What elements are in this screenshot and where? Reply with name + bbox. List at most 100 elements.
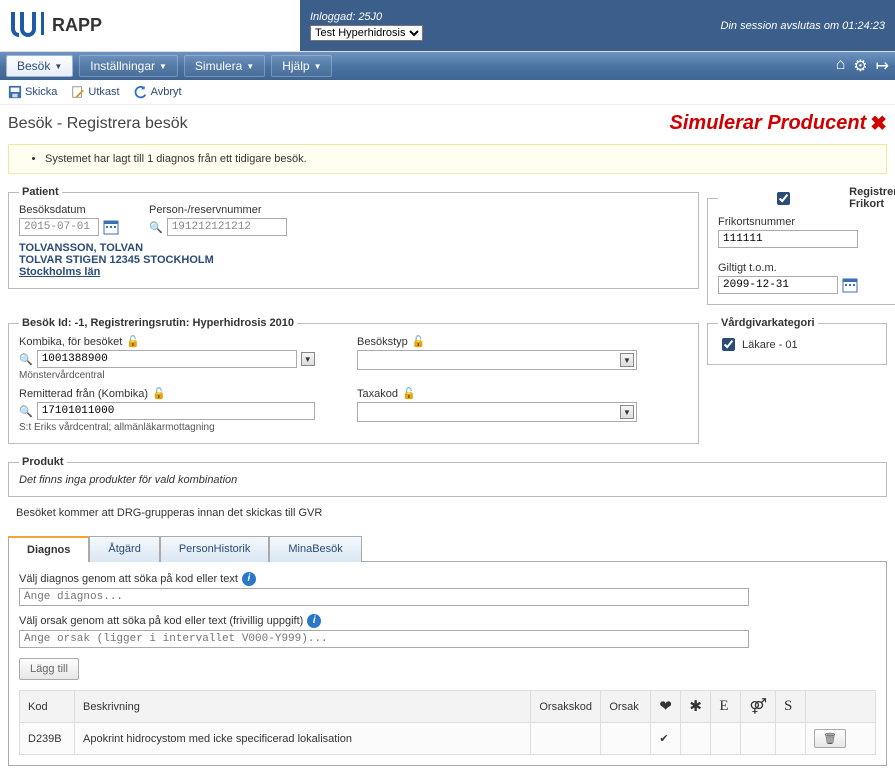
unlock-icon: 🔓 — [152, 387, 166, 400]
lakare-checkbox[interactable] — [722, 338, 735, 351]
vardgivarkategori-fieldset: Vårdgivarkategori Läkare - 01 — [707, 317, 887, 365]
kombika-input[interactable] — [37, 350, 297, 368]
logo-icon — [10, 9, 44, 43]
trash-icon: 🗑 — [823, 733, 837, 745]
tab-diagnos[interactable]: Diagnos — [8, 536, 89, 562]
skicka-button[interactable]: Skicka — [8, 85, 57, 99]
draft-icon — [71, 85, 85, 99]
orsak-search-label: Välj orsak genom att söka på kod eller t… — [19, 614, 321, 628]
visit-fieldset: Besök Id: -1, Registreringsrutin: Hyperh… — [8, 317, 699, 444]
diagnos-search-label: Välj diagnos genom att söka på kod eller… — [19, 572, 256, 586]
th-s: S — [776, 691, 806, 723]
chevron-down-icon: ▼ — [246, 62, 254, 71]
title-row: Besök - Registrera besök Simulerar Produ… — [0, 105, 895, 144]
giltigt-input[interactable] — [718, 276, 838, 294]
patient-region[interactable]: Stockholms län — [19, 266, 688, 278]
diagnos-search-input[interactable] — [19, 588, 749, 606]
tab-minabesok[interactable]: MinaBesök — [269, 536, 361, 562]
th-orsakskod: Orsakskod — [531, 691, 601, 723]
action-toolbar: Skicka Utkast Avbryt — [0, 80, 895, 105]
logged-in-label: Inloggad: 25J0 — [310, 11, 423, 23]
add-button[interactable]: Lägg till — [19, 658, 79, 680]
chevron-down-icon: ▼ — [54, 62, 62, 71]
vardgivarkategori-row: Läkare - 01 — [718, 335, 876, 354]
patient-info: TOLVANSSON, TOLVAN TOLVAR STIGEN 12345 S… — [19, 242, 688, 278]
calendar-icon[interactable] — [103, 219, 119, 235]
unlock-icon: 🔓 — [402, 387, 416, 400]
patient-fieldset: Patient Besöksdatum Person-/reservnummer… — [8, 186, 699, 289]
chevron-down-icon: ▼ — [314, 62, 322, 71]
besoksdatum-input[interactable] — [19, 218, 99, 236]
cell-s — [776, 723, 806, 755]
personnummer-input[interactable] — [167, 218, 287, 236]
menu-label: Inställningar — [90, 59, 155, 73]
th-e: E — [711, 691, 741, 723]
menu-simulera[interactable]: Simulera ▼ — [184, 55, 265, 77]
undo-icon — [134, 85, 148, 99]
notice-text: Systemet har lagt till 1 diagnos från et… — [45, 153, 868, 165]
avbryt-button[interactable]: Avbryt — [134, 85, 182, 99]
cell-asterisk — [681, 723, 711, 755]
info-icon[interactable]: i — [242, 572, 256, 586]
menu-besok[interactable]: Besök ▼ — [6, 55, 73, 77]
gear-icon[interactable]: ⚙ — [853, 56, 867, 76]
cell-orsakskod — [531, 723, 601, 755]
toolbar-label: Avbryt — [151, 86, 182, 98]
remitterad-label: Remitterad från (Kombika) 🔓 — [19, 387, 349, 400]
frikortsnummer-input[interactable] — [718, 230, 858, 248]
search-icon[interactable]: 🔍 — [19, 405, 33, 418]
dropdown-icon: ▼ — [620, 353, 634, 367]
remitterad-input[interactable] — [37, 402, 315, 420]
th-orsak: Orsak — [601, 691, 651, 723]
orsak-search-input[interactable] — [19, 630, 749, 648]
chevron-down-icon: ▼ — [159, 62, 167, 71]
header-mid: Inloggad: 25J0 Test Hyperhidrosis — [300, 0, 711, 51]
close-simulation-icon[interactable]: ✖ — [870, 111, 887, 136]
tab-atgard[interactable]: Åtgärd — [89, 536, 159, 562]
logout-icon[interactable]: ↦ — [876, 56, 889, 76]
tab-personhistorik[interactable]: PersonHistorik — [160, 536, 270, 562]
besoksdatum-label: Besöksdatum — [19, 204, 119, 216]
save-icon — [8, 85, 22, 99]
taxakod-select[interactable]: ▼ — [357, 402, 637, 422]
delete-row-button[interactable]: 🗑 — [814, 729, 846, 748]
cell-kod: D239B — [20, 723, 75, 755]
app-header: RAPP Inloggad: 25J0 Test Hyperhidrosis D… — [0, 0, 895, 52]
diagnos-table: Kod Beskrivning Orsakskod Orsak ❤ ✱ E ⚤ … — [19, 690, 876, 755]
kombika-note: Mönstervårdcentral — [19, 370, 349, 381]
page-title: Besök - Registrera besök — [8, 115, 188, 133]
cell-actions: 🗑 — [806, 723, 876, 755]
calendar-icon[interactable] — [842, 277, 858, 293]
besokstyp-select[interactable]: ▼ — [357, 350, 637, 370]
drg-note: Besöket kommer att DRG-grupperas innan d… — [0, 505, 895, 525]
frikort-fieldset: Registrera Frikort Frikortsnummer Giltig… — [707, 186, 895, 305]
giltigt-label: Giltigt t.o.m. — [718, 262, 777, 274]
cell-main: ✔ — [651, 723, 681, 755]
visit-legend: Besök Id: -1, Registreringsrutin: Hyperh… — [19, 317, 297, 329]
personnummer-label: Person-/reservnummer — [149, 204, 287, 216]
menu-hjalp[interactable]: Hjälp ▼ — [271, 55, 332, 77]
menu-installningar[interactable]: Inställningar ▼ — [79, 55, 178, 77]
utkast-button[interactable]: Utkast — [71, 85, 119, 99]
remitterad-note: S:t Eriks vårdcentral; allmänläkarmottag… — [19, 422, 349, 433]
info-icon[interactable]: i — [307, 614, 321, 628]
vardgivarkategori-value: Läkare - 01 — [742, 339, 798, 351]
patient-legend: Patient — [19, 186, 62, 198]
context-select[interactable]: Test Hyperhidrosis — [310, 25, 423, 41]
dropdown-icon: ▼ — [620, 405, 634, 419]
home-icon[interactable]: ⌂ — [836, 56, 846, 76]
dropdown-icon[interactable]: ▼ — [301, 352, 315, 366]
cell-e — [711, 723, 741, 755]
th-heart-icon: ❤ — [651, 691, 681, 723]
search-icon[interactable]: 🔍 — [149, 221, 163, 234]
search-icon[interactable]: 🔍 — [19, 353, 33, 366]
menubar: Besök ▼ Inställningar ▼ Simulera ▼ Hjälp… — [0, 52, 895, 80]
registrera-frikort-checkbox[interactable] — [725, 192, 842, 205]
produkt-empty: Det finns inga produkter för vald kombin… — [19, 474, 876, 486]
produkt-fieldset: Produkt Det finns inga produkter för val… — [8, 456, 887, 497]
toolbar-label: Skicka — [25, 86, 57, 98]
frikort-checkbox-label: Registrera Frikort — [849, 186, 895, 210]
menu-label: Simulera — [195, 59, 242, 73]
vardgivarkategori-legend: Vårdgivarkategori — [718, 317, 818, 329]
produkt-legend: Produkt — [19, 456, 67, 468]
